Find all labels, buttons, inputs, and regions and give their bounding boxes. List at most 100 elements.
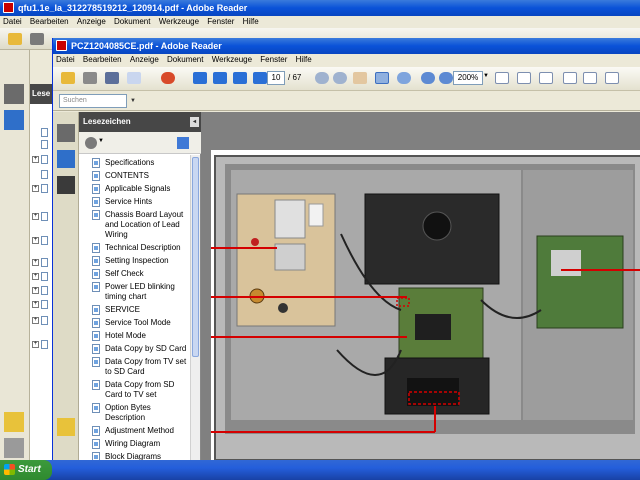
back-tree-row[interactable]: + — [32, 236, 52, 246]
back-menu-bearbeiten[interactable]: Bearbeiten — [30, 17, 69, 26]
continuous-page-icon[interactable] — [583, 72, 597, 84]
collaborate-icon[interactable] — [161, 72, 175, 84]
bookmark-item[interactable]: Setting Inspection — [79, 256, 191, 266]
menu-anzeige[interactable]: Anzeige — [130, 55, 159, 64]
comments-icon[interactable] — [4, 412, 24, 432]
next-view-icon[interactable] — [333, 72, 347, 84]
bookmark-item[interactable]: Hotel Mode — [79, 331, 191, 341]
back-tree-row[interactable] — [32, 128, 52, 138]
last-page-icon[interactable] — [253, 72, 267, 84]
hand-tool-icon[interactable] — [353, 72, 367, 84]
document-view[interactable] — [201, 112, 640, 464]
bookmark-item[interactable]: Adjustment Method — [79, 426, 191, 436]
back-menu-hilfe[interactable]: Hilfe — [243, 17, 259, 26]
back-menu-werkzeuge[interactable]: Werkzeuge — [159, 17, 199, 26]
back-window-titlebar[interactable]: qfu1.1e_la_312278519212_120914.pdf - Ado… — [0, 0, 640, 16]
start-button[interactable]: Start — [0, 460, 52, 480]
layers-icon[interactable] — [57, 176, 75, 194]
bookmark-item[interactable]: Data Copy by SD Card — [79, 344, 191, 354]
back-tree-row[interactable]: + — [32, 300, 52, 310]
pdf-page[interactable] — [211, 150, 640, 464]
bookmark-item[interactable]: Service Tool Mode — [79, 318, 191, 328]
search-dropdown-icon[interactable]: ▼ — [128, 94, 138, 108]
bookmarks-icon[interactable] — [57, 150, 75, 168]
bookmark-icon — [92, 357, 100, 367]
back-tree-row[interactable]: + — [32, 272, 52, 282]
front-window-titlebar[interactable]: PCZ1204085CE.pdf - Adobe Reader — [53, 38, 640, 54]
menu-fenster[interactable]: Fenster — [260, 55, 287, 64]
previous-page-icon[interactable] — [213, 72, 227, 84]
attachments-icon[interactable] — [4, 438, 24, 458]
bookmark-item[interactable]: Technical Description — [79, 243, 191, 253]
front-window-title: PCZ1204085CE.pdf - Adobe Reader — [71, 41, 222, 51]
two-page-icon[interactable] — [605, 72, 619, 84]
zoom-out-icon[interactable] — [421, 72, 435, 84]
pages-icon[interactable] — [4, 84, 24, 104]
back-tree-row[interactable]: + — [32, 258, 52, 268]
bookmark-item[interactable]: Power LED blinking timing chart — [79, 282, 191, 302]
page-number-input[interactable]: 10 — [267, 71, 285, 85]
bookmarks-toolbar: ▼ — [79, 132, 201, 154]
bookmark-item[interactable]: SERVICE — [79, 305, 191, 315]
bookmark-icon — [92, 426, 100, 436]
pages-icon[interactable] — [57, 124, 75, 142]
bookmarks-scrollbar[interactable] — [190, 155, 200, 464]
bookmark-item[interactable]: Data Copy from SD Card to TV set — [79, 380, 191, 400]
fit-page-icon[interactable] — [517, 72, 531, 84]
search-input[interactable]: Suchen — [59, 94, 127, 108]
comments-icon[interactable] — [57, 418, 75, 436]
bookmark-item[interactable]: Service Hints — [79, 197, 191, 207]
bookmark-item[interactable]: Self Check — [79, 269, 191, 279]
gear-icon[interactable] — [85, 137, 97, 149]
bookmark-item[interactable]: Wiring Diagram — [79, 439, 191, 449]
menu-dokument[interactable]: Dokument — [167, 55, 203, 64]
collapse-panel-icon[interactable]: ◂ — [190, 117, 199, 127]
front-menubar: Datei Bearbeiten Anzeige Dokument Werkze… — [53, 54, 640, 66]
chevron-down-icon[interactable]: ▼ — [98, 138, 104, 144]
next-page-icon[interactable] — [233, 72, 247, 84]
back-tree-row[interactable]: + — [32, 316, 52, 326]
menu-bearbeiten[interactable]: Bearbeiten — [83, 55, 122, 64]
bookmark-item[interactable]: Option Bytes Description — [79, 403, 191, 423]
bookmark-item[interactable]: CONTENTS — [79, 171, 191, 181]
open-folder-icon[interactable] — [8, 33, 22, 45]
menu-werkzeuge[interactable]: Werkzeuge — [212, 55, 252, 64]
scrollbar-thumb[interactable] — [192, 157, 199, 357]
back-menu-dokument[interactable]: Dokument — [114, 17, 150, 26]
actual-size-icon[interactable] — [495, 72, 509, 84]
first-page-icon[interactable] — [193, 72, 207, 84]
menu-datei[interactable]: Datei — [56, 55, 75, 64]
menu-hilfe[interactable]: Hilfe — [296, 55, 312, 64]
back-tree-row[interactable]: + — [32, 184, 52, 194]
zoom-dropdown-icon[interactable]: ▼ — [483, 73, 489, 79]
back-tree-row[interactable] — [32, 170, 52, 180]
back-tree-row[interactable]: + — [32, 155, 52, 165]
bookmark-item[interactable]: Applicable Signals — [79, 184, 191, 194]
back-tree-row[interactable]: + — [32, 212, 52, 222]
search-toolbar: Suchen ▼ — [53, 92, 640, 111]
zoom-in-icon[interactable] — [439, 72, 453, 84]
email-icon[interactable] — [127, 72, 141, 84]
back-menu-anzeige[interactable]: Anzeige — [77, 17, 106, 26]
print-icon[interactable] — [30, 33, 44, 45]
zoom-dynamic-icon[interactable] — [397, 72, 411, 84]
navigation-panel-tabs — [53, 112, 79, 464]
print-icon[interactable] — [83, 72, 97, 84]
back-menu-fenster[interactable]: Fenster — [207, 17, 234, 26]
back-tree-row[interactable] — [32, 140, 52, 150]
bookmark-item[interactable]: Chassis Board Layout and Location of Lea… — [79, 210, 191, 240]
bookmark-item[interactable]: Data Copy from TV set to SD Card — [79, 357, 191, 377]
save-icon[interactable] — [105, 72, 119, 84]
back-tree-row[interactable]: + — [32, 286, 52, 296]
open-folder-icon[interactable] — [61, 72, 75, 84]
fit-width-icon[interactable] — [539, 72, 553, 84]
zoom-level-input[interactable]: 200% — [453, 71, 483, 85]
bookmark-item[interactable]: Specifications — [79, 158, 191, 168]
new-bookmark-icon[interactable] — [177, 137, 189, 149]
single-page-icon[interactable] — [563, 72, 577, 84]
back-tree-row[interactable]: + — [32, 340, 52, 350]
bookmarks-icon[interactable] — [4, 110, 24, 130]
previous-view-icon[interactable] — [315, 72, 329, 84]
select-zoom-tool-icon[interactable] — [375, 72, 389, 84]
back-menu-datei[interactable]: Datei — [3, 17, 22, 26]
